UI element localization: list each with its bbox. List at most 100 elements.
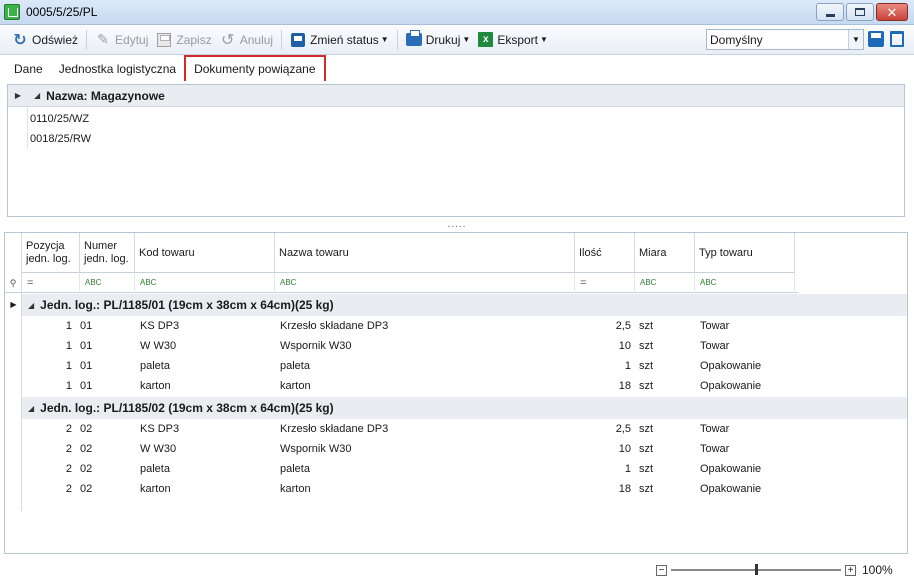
- cell-ilosc: 2,5: [615, 423, 631, 435]
- chevron-down-icon: ▼: [380, 35, 389, 44]
- filter-cell[interactable]: ABC: [695, 273, 795, 293]
- cell-numer: 01: [80, 340, 93, 352]
- main-content: ▶ ◢ Nazwa: Magazynowe 0110/25/WZ 0018/25…: [0, 81, 914, 588]
- edit-label: Edytuj: [115, 32, 149, 47]
- group-row[interactable]: ◢ Jedn. log.: PL/1185/01 (19cm x 38cm x …: [22, 294, 907, 316]
- column-header-ilosc[interactable]: Ilość: [575, 233, 635, 273]
- cancel-button[interactable]: ↺ Anuluj: [216, 28, 277, 52]
- filter-cell[interactable]: ABC: [80, 273, 135, 293]
- collapse-icon[interactable]: ◢: [28, 404, 34, 413]
- print-label: Drukuj: [425, 32, 461, 47]
- tab-dokumenty-powiazane[interactable]: Dokumenty powiązane: [184, 55, 326, 81]
- row-indicator-icon: ▶: [14, 91, 22, 100]
- filter-cell[interactable]: =: [575, 273, 635, 293]
- cancel-label: Anuluj: [239, 32, 274, 47]
- cell-miara: szt: [639, 443, 654, 455]
- tab-bar: Dane Jednostka logistyczna Dokumenty pow…: [0, 55, 914, 81]
- table-row[interactable]: 1 01 W W30 Wspornik W30 10 szt Towar: [22, 336, 795, 356]
- group-label: Jedn. log.: PL/1185/01 (19cm x 38cm x 64…: [40, 298, 334, 312]
- column-header-numer[interactable]: Numer jedn. log.: [80, 233, 135, 273]
- cell-miara: szt: [639, 423, 654, 435]
- filter-cell[interactable]: =: [22, 273, 80, 293]
- change-status-button[interactable]: Zmień status ▼: [286, 28, 393, 52]
- group-row[interactable]: ▶ ◢ Nazwa: Magazynowe: [8, 85, 904, 107]
- filter-cell[interactable]: ABC: [135, 273, 275, 293]
- cell-typ: Towar: [700, 320, 730, 332]
- trash-icon[interactable]: [890, 31, 904, 47]
- table-row[interactable]: 2 02 karton karton 18 szt Opakowanie: [22, 479, 795, 499]
- table-row[interactable]: 1 01 karton karton 18 szt Opakowanie: [22, 376, 795, 396]
- column-header-typ[interactable]: Typ towaru: [695, 233, 795, 273]
- splitter-handle[interactable]: .....: [0, 220, 914, 232]
- cell-pozycja: 2: [65, 463, 72, 475]
- cell-nazwa: paleta: [280, 463, 310, 475]
- refresh-label: Odśwież: [32, 32, 79, 47]
- cell-kod: karton: [140, 380, 171, 392]
- cell-ilosc: 1: [624, 463, 631, 475]
- edit-button[interactable]: ✎ Edytuj: [91, 28, 152, 52]
- close-icon: ✕: [886, 4, 898, 20]
- table-row[interactable]: 2 02 paleta paleta 1 szt Opakowanie: [22, 459, 795, 479]
- cell-pozycja: 1: [65, 380, 72, 392]
- toolbar-separator: [396, 29, 398, 50]
- table-row[interactable]: 2 02 KS DP3 Krzesło składane DP3 2,5 szt…: [22, 419, 795, 439]
- cell-miara: szt: [639, 340, 654, 352]
- column-header-pozycja[interactable]: Pozycja jedn. log.: [22, 233, 80, 273]
- close-button[interactable]: ✕: [876, 3, 908, 21]
- tab-jednostka-logistyczna[interactable]: Jednostka logistyczna: [51, 57, 184, 81]
- maximize-button[interactable]: [846, 3, 874, 21]
- cell-pozycja: 2: [65, 483, 72, 495]
- group-row[interactable]: ◢ Jedn. log.: PL/1185/02 (19cm x 38cm x …: [22, 397, 907, 419]
- window-title: 0005/5/25/PL: [26, 5, 98, 19]
- app-icon: [4, 4, 20, 20]
- save-layout-icon[interactable]: [868, 31, 884, 47]
- collapse-icon[interactable]: ◢: [34, 91, 40, 100]
- minimize-button[interactable]: [816, 3, 844, 21]
- table-row[interactable]: 1 01 paleta paleta 1 szt Opakowanie: [22, 356, 795, 376]
- grid-header: Pozycja jedn. log. Numer jedn. log. Kod …: [22, 233, 795, 273]
- zoom-slider[interactable]: [671, 564, 841, 575]
- refresh-button[interactable]: ↻ Odśwież: [8, 28, 82, 52]
- cell-kod: KS DP3: [140, 423, 180, 435]
- zoom-slider-thumb[interactable]: [755, 564, 758, 575]
- filter-row: ⚲ = ABC ABC ABC = ABC ABC: [5, 273, 798, 293]
- column-header-kod[interactable]: Kod towaru: [135, 233, 275, 273]
- cell-kod: KS DP3: [140, 320, 180, 332]
- print-button[interactable]: Drukuj ▼: [402, 28, 475, 52]
- title-bar: 0005/5/25/PL ✕: [0, 0, 914, 25]
- cell-nazwa: karton: [280, 483, 311, 495]
- chevron-down-icon[interactable]: ▼: [848, 30, 863, 49]
- cell-typ: Opakowanie: [700, 360, 762, 372]
- cell-pozycja: 2: [65, 423, 72, 435]
- export-button[interactable]: x Eksport ▼: [474, 28, 552, 52]
- list-item[interactable]: 0018/25/RW: [30, 129, 91, 149]
- filter-cell[interactable]: ABC: [635, 273, 695, 293]
- printer-icon: [405, 30, 422, 48]
- cell-kod: W W30: [140, 443, 177, 455]
- table-row[interactable]: 1 01 KS DP3 Krzesło składane DP3 2,5 szt…: [22, 316, 795, 336]
- tab-dane[interactable]: Dane: [6, 57, 51, 81]
- cell-numer: 01: [80, 360, 93, 372]
- cell-ilosc: 10: [618, 340, 631, 352]
- column-header-miara[interactable]: Miara: [635, 233, 695, 273]
- status-icon: [290, 32, 306, 48]
- cell-miara: szt: [639, 380, 654, 392]
- zoom-in-button[interactable]: +: [845, 564, 856, 576]
- cell-ilosc: 18: [618, 380, 631, 392]
- undo-icon: ↺: [221, 31, 235, 49]
- cell-typ: Opakowanie: [700, 463, 762, 475]
- table-row[interactable]: 2 02 W W30 Wspornik W30 10 szt Towar: [22, 439, 795, 459]
- cell-nazwa: karton: [280, 380, 311, 392]
- minimize-icon: [825, 13, 835, 17]
- cell-typ: Opakowanie: [700, 483, 762, 495]
- cell-typ: Towar: [700, 423, 730, 435]
- column-header-nazwa[interactable]: Nazwa towaru: [275, 233, 575, 273]
- layout-combo[interactable]: Domyślny ▼: [706, 29, 864, 50]
- list-item[interactable]: 0110/25/WZ: [30, 109, 89, 129]
- filter-cell[interactable]: ABC: [275, 273, 575, 293]
- save-button[interactable]: Zapisz: [152, 28, 215, 52]
- cell-kod: paleta: [140, 360, 170, 372]
- group-label: Nazwa: Magazynowe: [46, 88, 165, 103]
- collapse-icon[interactable]: ◢: [28, 301, 34, 310]
- zoom-out-button[interactable]: −: [656, 564, 667, 576]
